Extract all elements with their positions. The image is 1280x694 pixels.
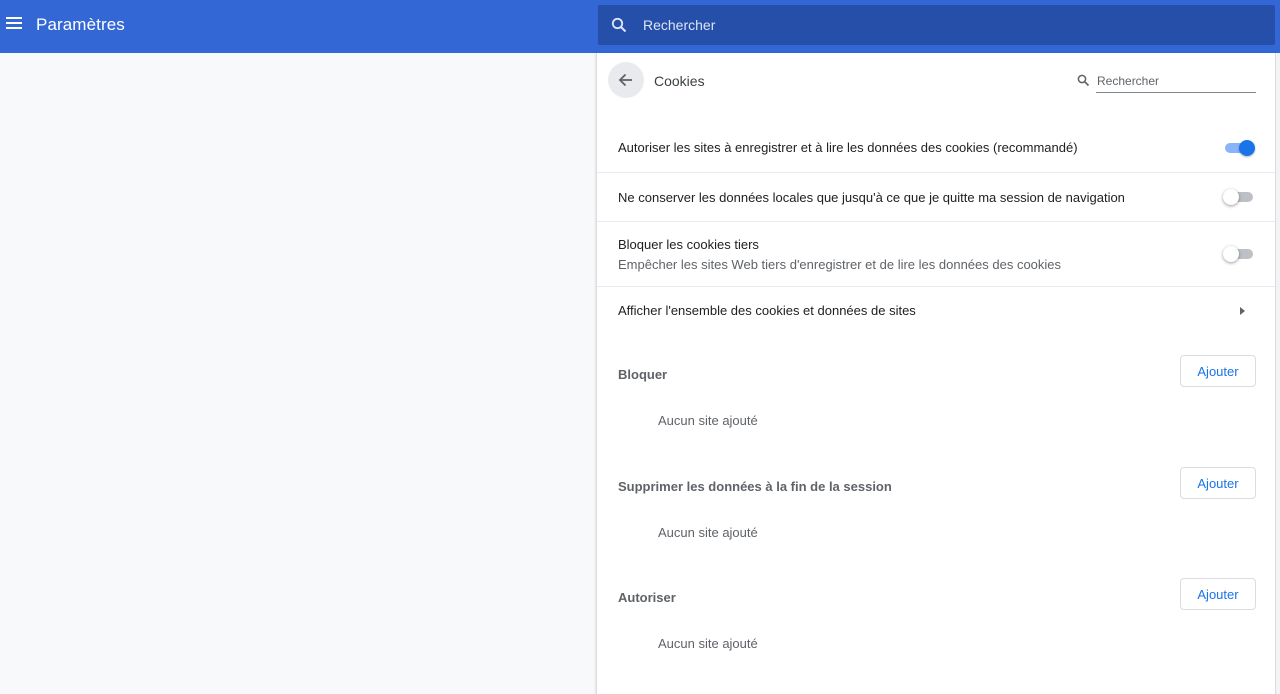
section-title-block: Bloquer xyxy=(618,367,668,382)
toolbar-search[interactable] xyxy=(598,5,1275,45)
app-title: Paramètres xyxy=(36,15,125,34)
setting-row-block-third-party[interactable]: Bloquer les cookies tiers Empêcher les s… xyxy=(597,221,1275,286)
subpage-search-input[interactable] xyxy=(1096,70,1256,93)
back-button[interactable] xyxy=(608,62,644,98)
setting-row-allow-cookies[interactable]: Autoriser les sites à enregistrer et à l… xyxy=(597,123,1275,172)
back-arrow-icon xyxy=(618,73,632,87)
setting-label: Bloquer les cookies tiers xyxy=(618,237,759,252)
add-clear-on-exit-button[interactable]: Ajouter xyxy=(1180,467,1256,499)
search-input[interactable] xyxy=(643,5,1263,45)
chevron-right-icon[interactable] xyxy=(1240,307,1245,315)
menu-icon[interactable] xyxy=(6,16,24,32)
scrollbar-track[interactable] xyxy=(1276,53,1280,694)
page-title: Cookies xyxy=(654,73,705,89)
clear-on-exit-toggle[interactable] xyxy=(1223,188,1255,206)
setting-label: Autoriser les sites à enregistrer et à l… xyxy=(618,140,1078,155)
left-panel xyxy=(0,53,596,694)
subpage-search[interactable] xyxy=(1075,70,1257,94)
search-icon xyxy=(611,17,627,33)
empty-list-text: Aucun site ajouté xyxy=(658,636,758,651)
empty-list-text: Aucun site ajouté xyxy=(658,413,758,428)
section-title-allow: Autoriser xyxy=(618,590,676,605)
add-allow-button[interactable]: Ajouter xyxy=(1180,578,1256,610)
setting-label: Ne conserver les données locales que jus… xyxy=(618,190,1125,205)
add-block-button[interactable]: Ajouter xyxy=(1180,355,1256,387)
allow-cookies-toggle[interactable] xyxy=(1223,139,1255,157)
search-icon xyxy=(1077,74,1090,87)
top-toolbar: Paramètres xyxy=(0,0,1280,53)
setting-row-clear-on-exit[interactable]: Ne conserver les données locales que jus… xyxy=(597,172,1275,221)
setting-sublabel: Empêcher les sites Web tiers d'enregistr… xyxy=(618,257,1062,272)
cookies-settings-card: Cookies Autoriser les sites à enregistre… xyxy=(596,53,1276,694)
block-third-party-toggle[interactable] xyxy=(1223,245,1255,263)
setting-row-see-all-cookies[interactable]: Afficher l'ensemble des cookies et donné… xyxy=(597,286,1275,334)
empty-list-text: Aucun site ajouté xyxy=(658,525,758,540)
section-title-clear-on-exit: Supprimer les données à la fin de la ses… xyxy=(618,479,892,494)
setting-label: Afficher l'ensemble des cookies et donné… xyxy=(618,303,916,318)
